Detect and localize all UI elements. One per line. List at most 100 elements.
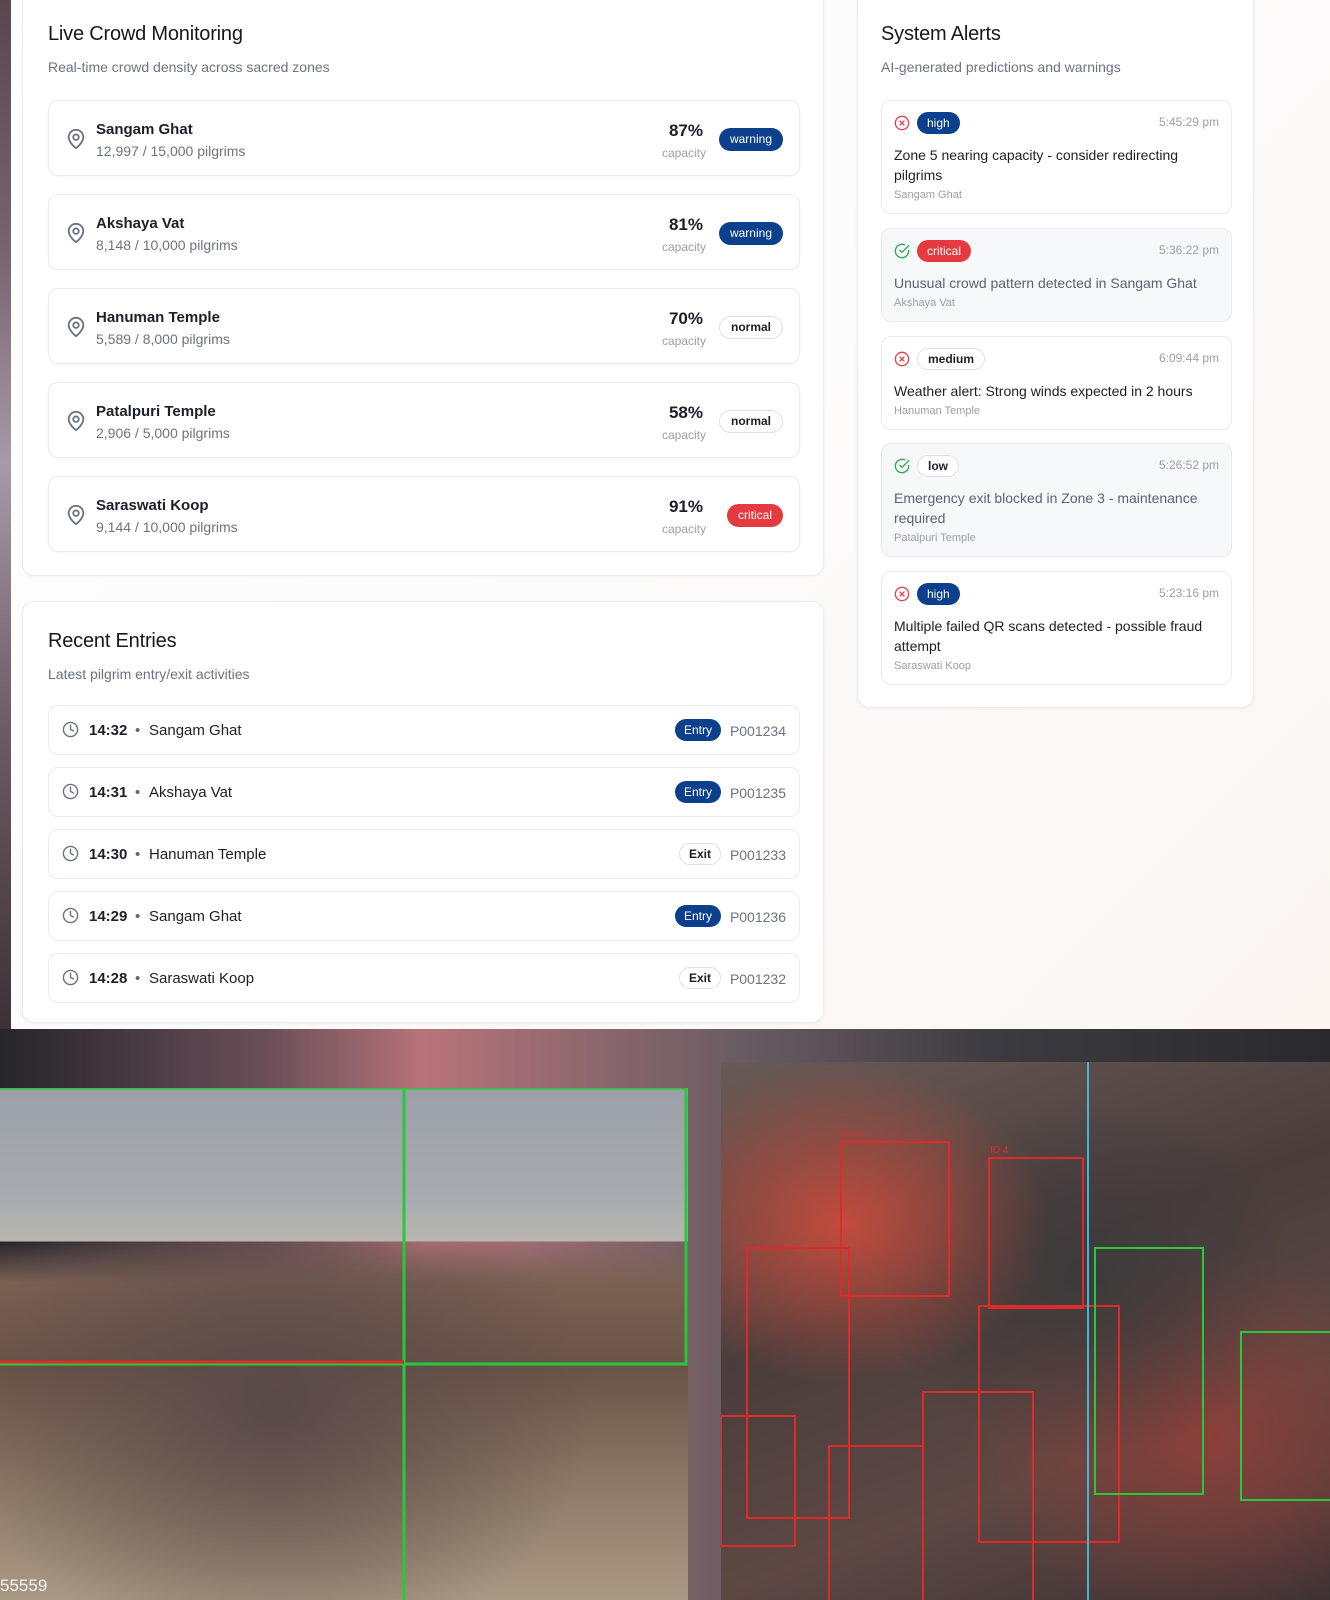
entry-place: Hanuman Temple [149, 846, 267, 863]
entry-time: 14:32 [89, 722, 128, 739]
capacity-label: capacity [661, 240, 706, 254]
zone-row[interactable]: Hanuman Temple 5,589 / 8,000 pilgrims 70% c… [48, 288, 800, 364]
system-alerts-title: System Alerts [881, 23, 1001, 45]
zone-name: Sangam Ghat [96, 121, 193, 138]
entry-type-badge: Entry [674, 781, 721, 803]
person-box-label: ID 4 [990, 1145, 1009, 1156]
person-box [988, 1157, 1084, 1309]
system-alerts-subtitle: AI-generated predictions and warnings [881, 59, 1121, 75]
clock-icon [62, 721, 79, 738]
person-box [978, 1305, 1120, 1543]
capacity-label: capacity [661, 334, 706, 348]
camera-feed-left[interactable]: 55559 [0, 1088, 688, 1600]
alert-message: Unusual crowd pattern detected in Sangam… [894, 275, 1197, 291]
zone-row[interactable]: Sangam Ghat 12,997 / 15,000 pilgrims 87% ca… [48, 100, 800, 176]
alert-location: Saraswati Koop [894, 660, 972, 672]
pilgrim-id: P001236 [729, 909, 786, 925]
x-circle-icon [894, 351, 910, 367]
detection-zone-box [402, 1088, 688, 1366]
zone-row[interactable]: Saraswati Koop 9,144 / 10,000 pilgrims 91%… [48, 476, 800, 552]
entry-separator: • [135, 784, 141, 801]
zone-count: 12,997 / 15,000 pilgrims [96, 143, 246, 159]
pilgrim-id: P001234 [729, 723, 786, 739]
alert-time: 6:09:44 pm [1158, 351, 1219, 365]
entry-time: 14:29 [89, 908, 128, 925]
person-box [746, 1247, 850, 1519]
entry-row[interactable]: 14:29 • Sangam Ghat Entry P001236 [48, 891, 800, 941]
zone-percent: 81% [668, 215, 703, 234]
entry-row[interactable]: 14:31 • Akshaya Vat Entry P001235 [48, 767, 800, 817]
zone-name: Hanuman Temple [96, 309, 220, 326]
entry-row[interactable]: 14:32 • Sangam Ghat Entry P001234 [48, 705, 800, 755]
entry-time: 14:28 [89, 970, 128, 987]
recent-entries-header: Recent Entries Latest pilgrim entry/exit… [48, 630, 250, 682]
zone-status-badge: normal [718, 410, 783, 433]
entry-type-badge: Exit [678, 967, 721, 989]
entry-type-badge: Exit [678, 843, 721, 865]
zone-row[interactable]: Akshaya Vat 8,148 / 10,000 pilgrims 81% cap… [48, 194, 800, 270]
recent-entries-card: Recent Entries Latest pilgrim entry/exit… [22, 601, 824, 1023]
zone-status-badge: warning [718, 128, 783, 151]
crowd-monitoring-header: Live Crowd Monitoring Real-time crowd de… [48, 23, 330, 75]
alert-time: 5:36:22 pm [1158, 243, 1219, 257]
system-alerts-header: System Alerts AI-generated predictions a… [881, 23, 1121, 75]
alert-location: Patalpuri Temple [894, 532, 976, 544]
zone-percent: 70% [668, 309, 703, 328]
alert-severity-badge: medium [917, 348, 986, 370]
detection-zone-box [0, 1088, 406, 1366]
map-pin-icon [65, 504, 87, 526]
zone-count: 5,589 / 8,000 pilgrims [96, 331, 230, 347]
map-pin-icon [65, 222, 87, 244]
camera-feed-right[interactable]: ID 3 ID 4 [721, 1062, 1330, 1600]
alert-message: Multiple failed QR scans detected - poss… [894, 618, 1203, 654]
recent-entries-subtitle: Latest pilgrim entry/exit activities [48, 666, 250, 682]
window-edge [0, 0, 11, 1029]
entry-place: Sangam Ghat [149, 908, 242, 925]
alert-location: Sangam Ghat [894, 189, 962, 201]
zone-name: Akshaya Vat [96, 215, 185, 232]
pilgrim-id: P001232 [729, 971, 786, 987]
alert-message: Weather alert: Strong winds expected in … [894, 383, 1193, 399]
zone-count: 2,906 / 5,000 pilgrims [96, 425, 230, 441]
zone-status-badge: normal [718, 316, 783, 339]
map-pin-icon [65, 128, 87, 150]
map-pin-icon [65, 410, 87, 432]
entry-row[interactable]: 14:28 • Saraswati Koop Exit P001232 [48, 953, 800, 1003]
feed-left-counter: 55559 [0, 1576, 48, 1595]
clock-icon [62, 969, 79, 986]
person-box [840, 1141, 950, 1297]
pilgrim-id: P001233 [729, 847, 786, 863]
person-box-label: ID 3 [842, 1129, 861, 1140]
recent-entries-title: Recent Entries [48, 630, 177, 652]
zone-count: 9,144 / 10,000 pilgrims [96, 519, 238, 535]
x-circle-icon [894, 115, 910, 131]
alert-item[interactable]: high 5:45:29 pm Zone 5 nearing capacity - … [881, 100, 1232, 214]
entry-separator: • [135, 722, 141, 739]
map-pin-icon [65, 316, 87, 338]
zone-status-badge: warning [718, 222, 783, 245]
alert-item[interactable]: critical 5:36:22 pm Unusual crowd pattern … [881, 228, 1232, 322]
alert-severity-badge: critical [917, 240, 972, 262]
entry-type-badge: Entry [674, 719, 721, 741]
alert-message: Zone 5 nearing capacity - consider redir… [894, 147, 1179, 183]
clock-icon [62, 783, 79, 800]
capacity-label: capacity [661, 428, 706, 442]
entry-separator: • [135, 970, 141, 987]
x-circle-icon [894, 586, 910, 602]
alert-location: Hanuman Temple [894, 405, 981, 417]
alert-location: Akshaya Vat [894, 297, 955, 309]
person-box [1094, 1247, 1204, 1495]
alert-severity-badge: high [917, 583, 960, 605]
alert-time: 5:26:52 pm [1158, 458, 1219, 472]
entry-separator: • [135, 908, 141, 925]
person-box [828, 1445, 924, 1600]
zone-row[interactable]: Patalpuri Temple 2,906 / 5,000 pilgrims 58… [48, 382, 800, 458]
clock-icon [62, 907, 79, 924]
dashboard-area: Live Crowd Monitoring Real-time crowd de… [11, 0, 1330, 1029]
entry-row[interactable]: 14:30 • Hanuman Temple Exit P001233 [48, 829, 800, 879]
alert-item[interactable]: high 5:23:16 pm Multiple failed QR scans d… [881, 571, 1232, 685]
capacity-label: capacity [661, 522, 706, 536]
alert-time: 5:23:16 pm [1158, 586, 1219, 600]
alert-item[interactable]: low 5:26:52 pm Emergency exit blocked in Z… [881, 443, 1232, 557]
alert-item[interactable]: medium 6:09:44 pm Weather alert: Strong wi… [881, 336, 1232, 430]
